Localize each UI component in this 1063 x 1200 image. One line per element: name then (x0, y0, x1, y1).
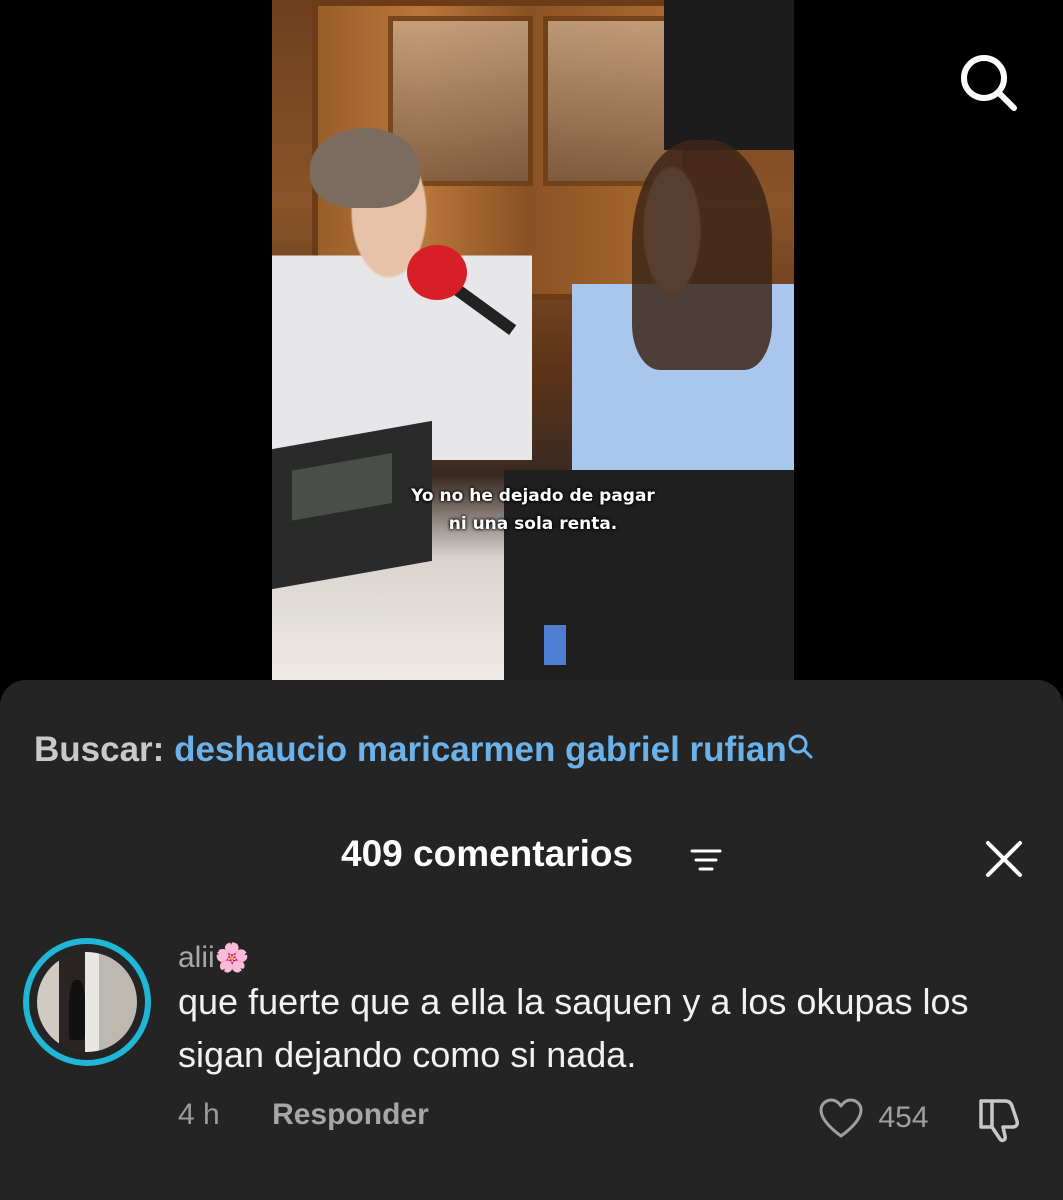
cherry-blossom-emoji: 🌸 (214, 942, 250, 973)
comment-item: alii🌸 que fuerte que a ella la saquen y … (0, 935, 1063, 1175)
elderly-woman-hair (310, 128, 420, 208)
video-player[interactable]: Yo no he dejado de pagar ni una sola ren… (0, 0, 1063, 690)
comment-text: que fuerte que a ella la saquen y a los … (178, 981, 969, 1075)
comment-meta: 4 h Responder (178, 1098, 429, 1132)
dislike-icon[interactable] (975, 1095, 1027, 1143)
laptop-detail (544, 625, 566, 665)
comments-header: 409 comentarios (0, 833, 1063, 883)
subtitle-line-2: ni una sola renta. (448, 514, 618, 534)
avatar-photo (37, 952, 137, 1052)
search-icon[interactable] (958, 52, 1018, 112)
search-suggestion-term[interactable]: deshaucio maricarmen gabriel rufian (174, 730, 787, 769)
search-suggestion-label: Buscar: (34, 730, 165, 769)
tv-background (664, 0, 794, 150)
sort-lines-icon[interactable] (690, 847, 722, 873)
video-subtitle: Yo no he dejado de pagar ni una sola ren… (272, 482, 794, 538)
comments-sheet: Buscar: deshaucio maricarmen gabriel ruf… (0, 680, 1063, 1200)
like-button[interactable]: 454 (818, 1097, 929, 1141)
avatar-figure (69, 980, 85, 1040)
avatar-inner (29, 944, 145, 1060)
heart-icon (819, 1098, 863, 1138)
interviewer-hair (632, 140, 772, 370)
like-count: 454 (878, 1101, 929, 1134)
search-icon[interactable] (787, 728, 813, 759)
username-text: alii (178, 941, 215, 974)
comment-username[interactable]: alii🌸 (178, 941, 250, 975)
avatar[interactable] (23, 938, 151, 1066)
video-frame[interactable]: Yo no he dejado de pagar ni una sola ren… (272, 0, 794, 680)
comment-time: 4 h (178, 1098, 220, 1131)
close-icon[interactable] (984, 839, 1024, 879)
search-suggestion[interactable]: Buscar: deshaucio maricarmen gabriel ruf… (34, 730, 813, 770)
comments-count: 409 comentarios (341, 833, 634, 874)
microphone (407, 245, 467, 300)
subtitle-line-1: Yo no he dejado de pagar (411, 486, 655, 506)
reply-button[interactable]: Responder (272, 1098, 429, 1131)
